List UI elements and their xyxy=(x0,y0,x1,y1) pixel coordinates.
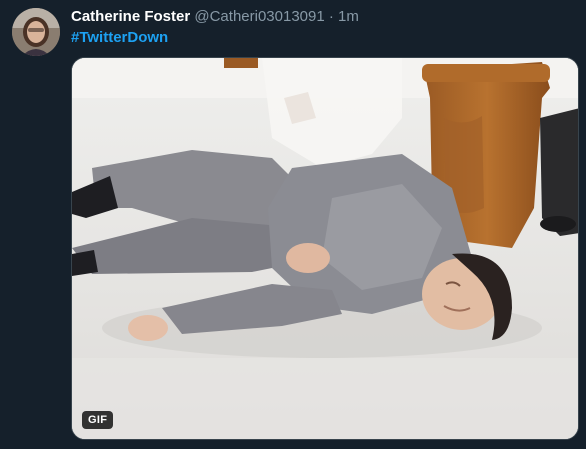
gif-frame xyxy=(72,58,578,439)
display-name[interactable]: Catherine Foster xyxy=(71,8,190,25)
gif-media[interactable]: GIF xyxy=(71,57,579,440)
timestamp[interactable]: 1m xyxy=(338,8,359,25)
gif-badge: GIF xyxy=(82,411,114,429)
separator-dot: · xyxy=(328,8,334,25)
avatar[interactable] xyxy=(12,8,60,56)
hashtag-link[interactable]: #TwitterDown xyxy=(71,28,168,48)
user-handle[interactable]: @Catheri03013091 xyxy=(194,8,324,25)
avatar-image xyxy=(12,8,60,56)
tweet[interactable]: Catherine Foster @Catheri03013091 · 1m #… xyxy=(0,0,586,449)
tweet-header: Catherine Foster @Catheri03013091 · 1m xyxy=(71,7,359,27)
